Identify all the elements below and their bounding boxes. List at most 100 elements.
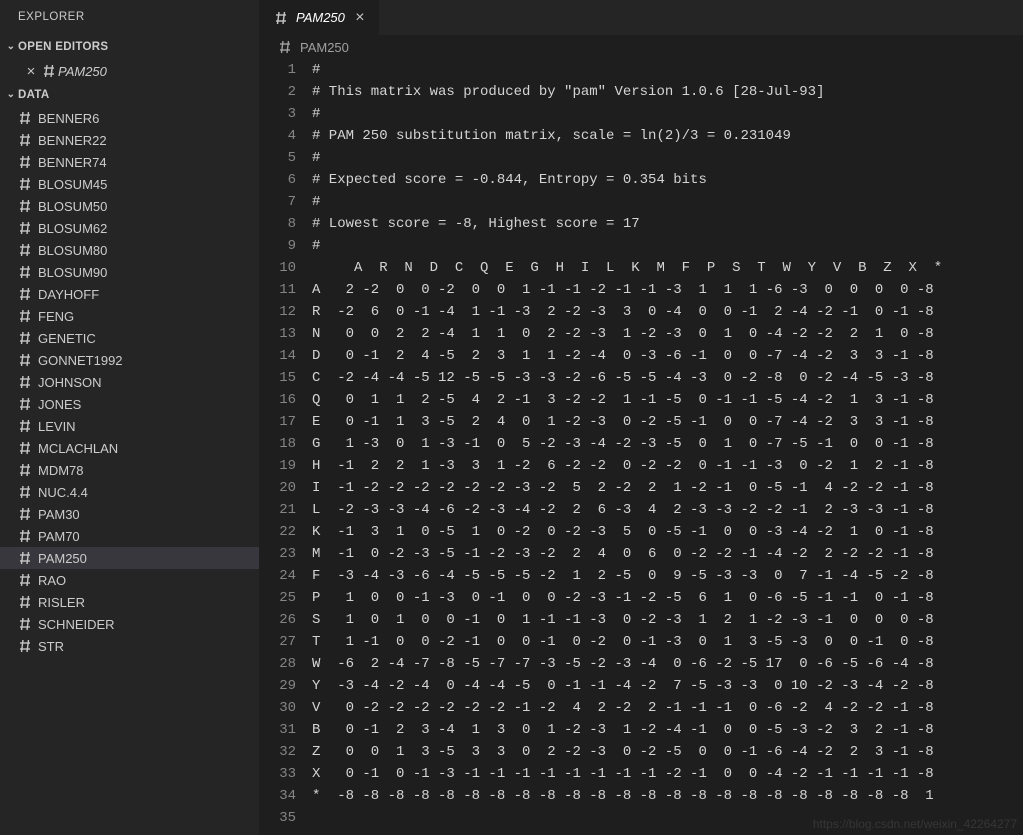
tree-item-pam250[interactable]: PAM250 — [0, 547, 259, 569]
code-line: D 0 -1 2 4 -5 2 3 1 1 -2 -4 0 -3 -6 -1 0… — [312, 345, 1011, 367]
line-number: 5 — [260, 147, 296, 169]
file-icon — [16, 109, 34, 127]
line-number: 18 — [260, 433, 296, 455]
tree-item-dayhoff[interactable]: DAYHOFF — [0, 283, 259, 305]
line-number: 11 — [260, 279, 296, 301]
tree-item-schneider[interactable]: SCHNEIDER — [0, 613, 259, 635]
tree-item-benner74[interactable]: BENNER74 — [0, 151, 259, 173]
code-line: Q 0 1 1 2 -5 4 2 -1 3 -2 -2 1 -1 -5 0 -1… — [312, 389, 1011, 411]
tree-item-blosum62[interactable]: BLOSUM62 — [0, 217, 259, 239]
tree-item-str[interactable]: STR — [0, 635, 259, 657]
file-icon — [16, 351, 34, 369]
file-icon — [16, 241, 34, 259]
tree-item-label: BLOSUM90 — [38, 265, 107, 280]
tree-item-pam30[interactable]: PAM30 — [0, 503, 259, 525]
file-tree: BENNER6 BENNER22BENNER74BLOSUM45 BLOSUM50 B… — [0, 107, 259, 657]
line-number: 13 — [260, 323, 296, 345]
file-icon — [16, 175, 34, 193]
file-icon — [16, 219, 34, 237]
tree-item-feng[interactable]: FENG — [0, 305, 259, 327]
breadcrumb-label: PAM250 — [300, 40, 349, 55]
code-line: A R N D C Q E G H I L K M F P S T W Y V … — [312, 257, 1011, 279]
open-editors-body: × PAM250 — [0, 59, 259, 83]
code-line: T 1 -1 0 0 -2 -1 0 0 -1 0 -2 0 -1 -3 0 1… — [312, 631, 1011, 653]
line-number: 27 — [260, 631, 296, 653]
tree-item-johnson[interactable]: JOHNSON — [0, 371, 259, 393]
code-line: I -1 -2 -2 -2 -2 -2 -2 -3 -2 5 2 -2 2 1 … — [312, 477, 1011, 499]
file-icon — [16, 483, 34, 501]
file-icon — [16, 549, 34, 567]
file-icon — [16, 395, 34, 413]
file-icon — [276, 38, 294, 56]
file-icon — [16, 131, 34, 149]
tree-item-label: PAM30 — [38, 507, 80, 522]
line-number: 4 — [260, 125, 296, 147]
tab-pam250[interactable]: PAM250 × — [260, 0, 379, 35]
editor[interactable]: 1234567891011121314151617181920212223242… — [260, 59, 1023, 835]
line-number: 16 — [260, 389, 296, 411]
file-icon — [16, 197, 34, 215]
code-line: M -1 0 -2 -3 -5 -1 -2 -3 -2 2 4 0 6 0 -2… — [312, 543, 1011, 565]
chevron-down-icon: ⌄ — [4, 35, 18, 59]
open-editors-header[interactable]: ⌄ OPEN EDITORS — [0, 35, 259, 59]
line-number: 15 — [260, 367, 296, 389]
code-content[interactable]: ## This matrix was produced by "pam" Ver… — [312, 59, 1023, 835]
line-number: 35 — [260, 807, 296, 829]
file-icon — [16, 439, 34, 457]
code-line: F -3 -4 -3 -6 -4 -5 -5 -5 -2 1 2 -5 0 9 … — [312, 565, 1011, 587]
code-line: V 0 -2 -2 -2 -2 -2 -2 -1 -2 4 2 -2 2 -1 … — [312, 697, 1011, 719]
line-number: 9 — [260, 235, 296, 257]
tree-item-label: BLOSUM50 — [38, 199, 107, 214]
tree-item-label: PAM70 — [38, 529, 80, 544]
tree-item-label: BLOSUM80 — [38, 243, 107, 258]
tree-item-levin[interactable]: LEVIN — [0, 415, 259, 437]
code-line: N 0 0 2 2 -4 1 1 0 2 -2 -3 1 -2 -3 0 1 0… — [312, 323, 1011, 345]
data-section-header[interactable]: ⌄ DATA — [0, 83, 259, 107]
file-icon — [40, 62, 58, 80]
file-icon — [16, 615, 34, 633]
tree-item-mclachlan[interactable]: MCLACHLAN — [0, 437, 259, 459]
line-number: 33 — [260, 763, 296, 785]
tree-item-risler[interactable]: RISLER — [0, 591, 259, 613]
tree-item-label: SCHNEIDER — [38, 617, 115, 632]
tree-item-nuc-4-4[interactable]: NUC.4.4 — [0, 481, 259, 503]
code-line — [312, 807, 1011, 829]
tree-item-benner6[interactable]: BENNER6 — [0, 107, 259, 129]
file-icon — [16, 461, 34, 479]
tree-item-genetic[interactable]: GENETIC — [0, 327, 259, 349]
open-editor-item[interactable]: × PAM250 — [0, 59, 259, 83]
file-icon — [16, 527, 34, 545]
tree-item-gonnet1992[interactable]: GONNET1992 — [0, 349, 259, 371]
tree-item-blosum45[interactable]: BLOSUM45 — [0, 173, 259, 195]
tree-item-blosum80[interactable]: BLOSUM80 — [0, 239, 259, 261]
tree-item-label: BLOSUM62 — [38, 221, 107, 236]
line-number: 17 — [260, 411, 296, 433]
line-number: 8 — [260, 213, 296, 235]
file-icon — [16, 571, 34, 589]
line-number: 24 — [260, 565, 296, 587]
tree-item-blosum50[interactable]: BLOSUM50 — [0, 195, 259, 217]
code-line: # — [312, 191, 1011, 213]
file-icon — [16, 593, 34, 611]
close-icon[interactable]: × — [351, 9, 369, 27]
code-line: B 0 -1 2 3 -4 1 3 0 1 -2 -3 1 -2 -4 -1 0… — [312, 719, 1011, 741]
line-number: 20 — [260, 477, 296, 499]
tree-item-label: RISLER — [38, 595, 85, 610]
line-number: 2 — [260, 81, 296, 103]
code-line: R -2 6 0 -1 -4 1 -1 -3 2 -2 -3 3 0 -4 0 … — [312, 301, 1011, 323]
line-number: 19 — [260, 455, 296, 477]
tree-item-jones[interactable]: JONES — [0, 393, 259, 415]
tree-item-pam70[interactable]: PAM70 — [0, 525, 259, 547]
tree-item-benner22[interactable]: BENNER22 — [0, 129, 259, 151]
close-icon[interactable]: × — [22, 63, 40, 80]
tree-item-label: BENNER6 — [38, 111, 99, 126]
tree-item-blosum90[interactable]: BLOSUM90 — [0, 261, 259, 283]
tree-item-label: LEVIN — [38, 419, 76, 434]
line-gutter: 1234567891011121314151617181920212223242… — [260, 59, 312, 835]
breadcrumb[interactable]: PAM250 — [260, 35, 1023, 59]
file-icon — [16, 373, 34, 391]
tree-item-mdm78[interactable]: MDM78 — [0, 459, 259, 481]
line-number: 31 — [260, 719, 296, 741]
tree-item-rao[interactable]: RAO — [0, 569, 259, 591]
tree-item-label: JOHNSON — [38, 375, 102, 390]
